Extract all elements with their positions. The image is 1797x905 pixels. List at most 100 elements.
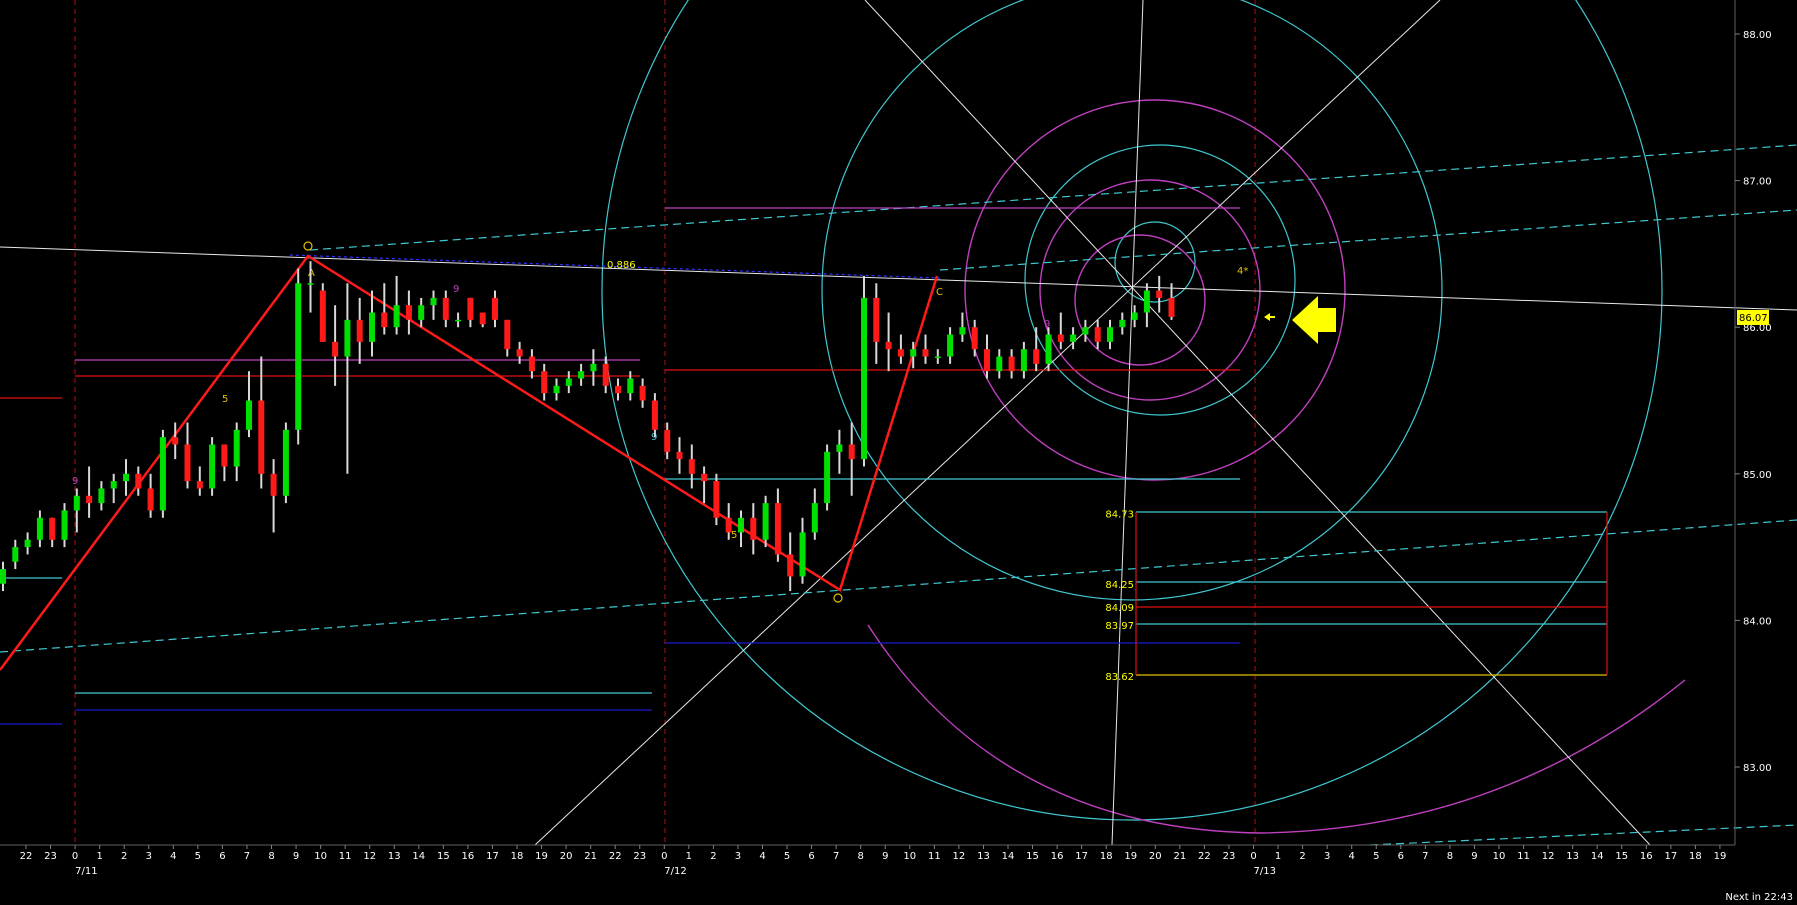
time-tick-label: 16 <box>1640 851 1653 862</box>
bar-countdown: Next in 22:43 <box>1725 892 1793 903</box>
candle <box>159 429 166 518</box>
time-tick-label: 7 <box>833 851 839 862</box>
candle-body <box>86 495 93 504</box>
time-tick-label: 1 <box>686 851 692 862</box>
time-tick-label: 8 <box>858 851 864 862</box>
time-tick-label: 16 <box>462 851 475 862</box>
time-tick-label: 22 <box>20 851 33 862</box>
candle-body <box>282 429 289 496</box>
candle-body <box>811 503 818 533</box>
candle <box>295 268 302 445</box>
time-tick-label: 20 <box>560 851 573 862</box>
candle-body <box>381 312 388 328</box>
time-tick-label: 5 <box>195 851 201 862</box>
candle <box>209 437 216 496</box>
candle-body <box>1082 327 1089 335</box>
candle-body <box>762 503 769 540</box>
time-tick-label: 15 <box>1615 851 1628 862</box>
time-tick-label: 2 <box>121 851 127 862</box>
time-tick-label: 1 <box>1275 851 1281 862</box>
candle-body <box>24 539 31 548</box>
candle-body <box>1119 319 1126 328</box>
candle-body <box>688 459 695 474</box>
time-tick-label: 12 <box>1542 851 1555 862</box>
date-label: 7/12 <box>664 866 686 877</box>
time-tick-label: 2 <box>710 851 716 862</box>
time-tick-label: 15 <box>1026 851 1039 862</box>
candle-body <box>1033 349 1040 364</box>
wave-label: C <box>936 287 943 298</box>
time-tick-label: 4 <box>759 851 765 862</box>
candle-body <box>209 444 216 489</box>
level-label: 84.25 <box>1105 580 1134 591</box>
candle-body <box>1070 334 1077 342</box>
candle-body <box>393 305 400 328</box>
candle-body <box>774 503 781 555</box>
candle-body <box>578 371 585 379</box>
time-tick-label: 19 <box>1124 851 1137 862</box>
time-tick-label: 8 <box>1447 851 1453 862</box>
candle-body <box>799 532 806 577</box>
candle-body <box>1156 290 1163 298</box>
candle-body <box>418 305 425 320</box>
time-tick-label: 10 <box>903 851 916 862</box>
time-tick-label: 5 <box>1373 851 1379 862</box>
date-label: 7/13 <box>1254 866 1276 877</box>
candle-body <box>984 349 990 372</box>
candle-body <box>172 437 179 445</box>
time-tick-label: 11 <box>1517 851 1530 862</box>
candle-body <box>246 400 252 430</box>
time-tick-label: 7 <box>1422 851 1428 862</box>
chart-background <box>0 0 1797 905</box>
candle-body <box>430 297 437 306</box>
candle-body <box>147 488 154 511</box>
candle-body <box>664 429 671 452</box>
time-tick-label: 17 <box>486 851 499 862</box>
time-tick-label: 13 <box>388 851 401 862</box>
candle-body <box>651 400 658 430</box>
time-tick-label: 13 <box>1566 851 1579 862</box>
candle-body <box>0 569 6 584</box>
candle <box>282 422 289 504</box>
level-label: 84.73 <box>1105 509 1134 520</box>
time-tick-label: 0 <box>72 851 78 862</box>
time-tick-label: 11 <box>928 851 941 862</box>
time-tick-label: 19 <box>535 851 548 862</box>
time-tick-label: 11 <box>339 851 352 862</box>
candle-body <box>319 290 326 342</box>
candle-body <box>541 371 548 394</box>
candle-body <box>725 517 732 533</box>
time-tick-label: 18 <box>1689 851 1702 862</box>
level-label: 83.62 <box>1105 672 1134 683</box>
level-label: 83.97 <box>1105 621 1134 632</box>
price-chart[interactable]: AC9595994* 0.886 84.7384.2584.0983.9783.… <box>0 0 1797 905</box>
price-tick-label: 88.00 <box>1743 30 1772 41</box>
candle-body <box>1131 312 1138 320</box>
time-tick-label: 22 <box>609 851 622 862</box>
candle-body <box>61 510 68 540</box>
candle <box>861 275 867 467</box>
candle-body <box>233 429 240 467</box>
candle-body <box>615 385 621 394</box>
candle-body <box>307 283 314 285</box>
candle-body <box>750 517 757 540</box>
candle-body <box>1143 290 1150 313</box>
time-tick-label: 9 <box>1471 851 1477 862</box>
candle-body <box>959 327 966 335</box>
time-tick-label: 7 <box>244 851 250 862</box>
candle-body <box>492 297 498 320</box>
candle-body <box>295 283 302 430</box>
time-tick-label: 21 <box>584 851 597 862</box>
time-tick-label: 18 <box>1100 851 1113 862</box>
time-tick-label: 3 <box>1324 851 1330 862</box>
candle-body <box>479 312 486 325</box>
time-tick-label: 9 <box>882 851 888 862</box>
price-tick-label: 87.00 <box>1743 177 1772 188</box>
candle-body <box>369 312 375 342</box>
candle-body <box>516 349 523 357</box>
candle-body <box>159 437 166 511</box>
time-tick-label: 0 <box>661 851 667 862</box>
time-tick-label: 19 <box>1714 851 1727 862</box>
candle-body <box>676 451 683 460</box>
candle-body <box>73 495 80 511</box>
